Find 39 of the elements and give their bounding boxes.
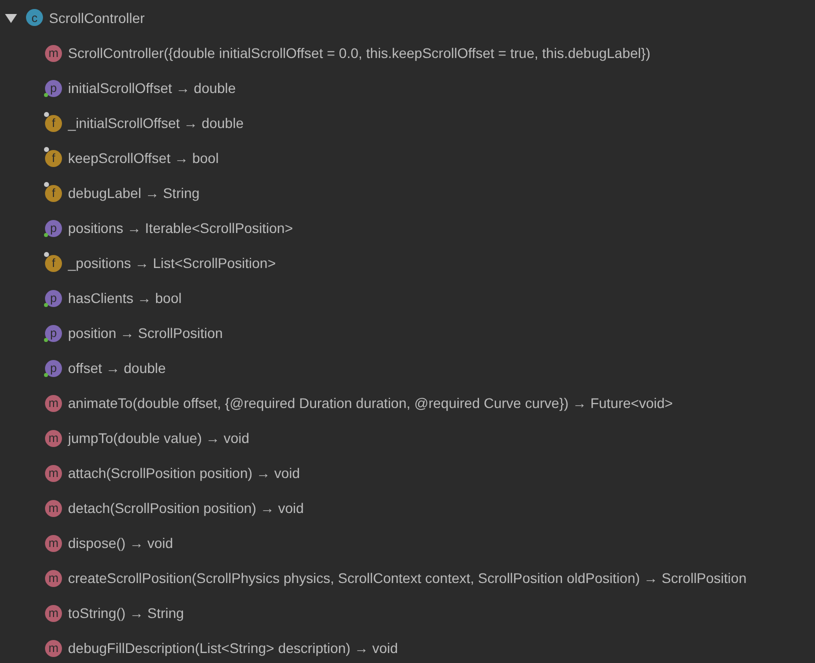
field-icon: f bbox=[45, 149, 62, 166]
method-icon: m bbox=[45, 394, 62, 411]
field-icon: f bbox=[45, 114, 62, 131]
method-icon: m bbox=[45, 569, 62, 586]
tree-item[interactable]: ScrollController bbox=[49, 10, 145, 26]
method-icon: m bbox=[45, 464, 62, 481]
tree-item[interactable]: _positions → List<ScrollPosition> bbox=[68, 254, 276, 270]
tree-item[interactable]: jumpTo(double value) → void bbox=[68, 430, 250, 446]
tree-item[interactable]: toString() → String bbox=[68, 604, 184, 620]
tree-item[interactable]: keepScrollOffset → bool bbox=[68, 150, 219, 166]
field-icon: f bbox=[45, 254, 62, 271]
tree-item[interactable]: animateTo(double offset, {@required Duration duration, @required Curve curve}) → Future<void> bbox=[68, 394, 673, 410]
property-icon: p bbox=[45, 324, 62, 341]
collapse-arrow-icon[interactable] bbox=[5, 12, 17, 24]
field-icon: f bbox=[45, 184, 62, 201]
tree-item[interactable]: debugFillDescription(List<String> description) → void bbox=[68, 640, 398, 656]
tree-item[interactable]: attach(ScrollPosition position) → void bbox=[68, 464, 300, 480]
tree-item[interactable]: position → ScrollPosition bbox=[68, 324, 223, 340]
method-icon: m bbox=[45, 44, 62, 61]
tree-item[interactable]: detach(ScrollPosition position) → void bbox=[68, 500, 304, 516]
property-icon: p bbox=[45, 79, 62, 96]
method-icon: m bbox=[45, 639, 62, 656]
tree-item[interactable]: offset → double bbox=[68, 360, 166, 376]
property-icon: p bbox=[45, 219, 62, 236]
method-icon: m bbox=[45, 499, 62, 516]
tree-item[interactable]: dispose() → void bbox=[68, 534, 174, 550]
tree-item[interactable]: _initialScrollOffset → double bbox=[68, 114, 244, 130]
tree-item[interactable]: ScrollController({double initialScrollOffset = 0.0, this.keepScrollOffset = true, this.debugLabel}) bbox=[68, 44, 650, 60]
tree-item[interactable]: createScrollPosition(ScrollPhysics physics, ScrollContext context, ScrollPosition oldPosition) → ScrollPosition bbox=[68, 570, 746, 586]
method-icon: m bbox=[45, 604, 62, 621]
method-icon: m bbox=[45, 534, 62, 551]
tree-item[interactable]: positions → Iterable<ScrollPosition> bbox=[68, 220, 293, 236]
property-icon: p bbox=[45, 359, 62, 376]
tree-item[interactable]: hasClients → bool bbox=[68, 290, 182, 306]
class-icon: c bbox=[26, 9, 43, 26]
property-icon: p bbox=[45, 289, 62, 306]
method-icon: m bbox=[45, 429, 62, 446]
tree-item[interactable]: initialScrollOffset → double bbox=[68, 80, 236, 96]
tree-item[interactable]: debugLabel → String bbox=[68, 184, 200, 200]
